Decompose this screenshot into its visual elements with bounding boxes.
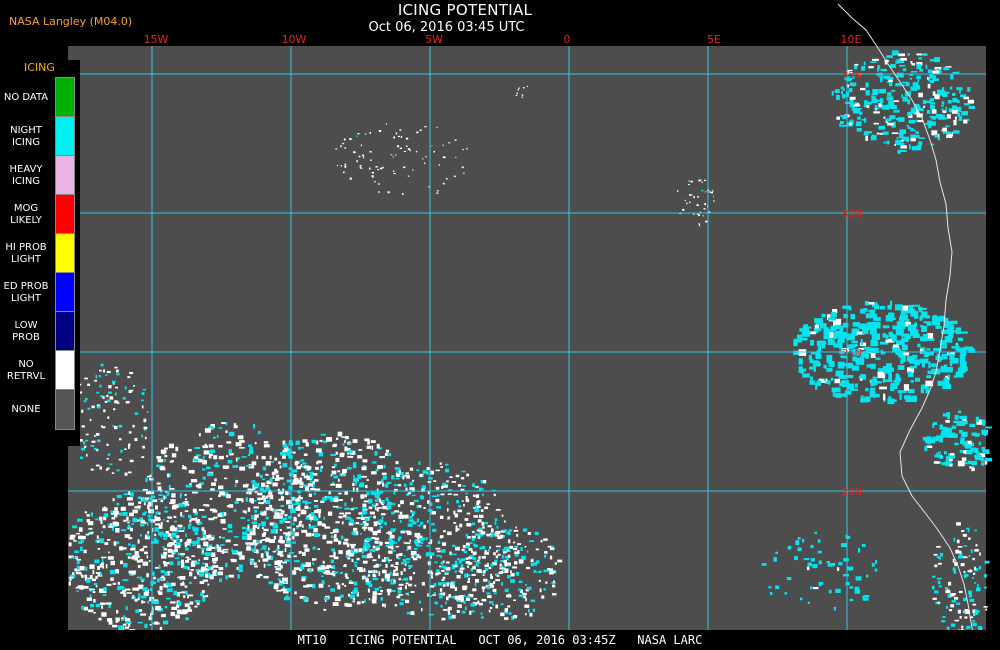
legend-item: ED PROB LIGHT [0, 272, 80, 313]
legend-swatch [55, 350, 75, 391]
footer-agency: NASA LARC [637, 633, 703, 647]
legend-label: LOW PROB [12, 319, 40, 343]
legend-item: NONE [0, 389, 80, 430]
legend-swatch [55, 272, 75, 313]
legend-swatch [55, 233, 75, 274]
legend-label: NO RETRVL [6, 358, 46, 382]
legend-item: LOW PROB [0, 311, 80, 352]
legend-swatch [55, 155, 75, 196]
footer-name: ICING POTENTIAL [348, 633, 457, 647]
lat-label: 25N [842, 348, 862, 359]
lon-label: 5W [425, 33, 443, 46]
lon-label: 15W [143, 33, 169, 46]
legend-item: MOG LIKELY [0, 194, 80, 235]
map-title: ICING POTENTIAL [397, 1, 533, 19]
footer-datetime: OCT 06, 2016 03:45Z [478, 633, 616, 647]
legend-label: NONE [11, 403, 41, 415]
legend-item: NO RETRVL [0, 350, 80, 391]
legend-item: HEAVY ICING [0, 155, 80, 196]
footer-bar: MT10 ICING POTENTIAL OCT 06, 2016 03:45Z… [0, 630, 1000, 650]
icing-map: 35N 30N 25N 20N [0, 0, 1000, 650]
legend-swatch [55, 194, 75, 235]
lon-label: 0 [563, 33, 571, 46]
lon-label: 10E [840, 33, 862, 46]
legend-swatch [55, 116, 75, 157]
legend-item: NIGHT ICING [0, 116, 80, 157]
legend-label: HI PROB LIGHT [5, 241, 47, 265]
legend-label: HEAVY ICING [9, 163, 43, 187]
legend-item: NO DATA [0, 77, 80, 118]
lat-label: 35N [842, 70, 862, 81]
legend-item: HI PROB LIGHT [0, 233, 80, 274]
legend-swatch [55, 389, 75, 430]
lat-label: 20N [842, 487, 862, 498]
legend-swatch [55, 77, 75, 118]
map-timestamp: Oct 06, 2016 03:45 UTC [368, 20, 525, 35]
legend-label: NO DATA [3, 91, 49, 103]
footer-product: MT10 [297, 633, 327, 647]
legend-label: NIGHT ICING [10, 124, 42, 148]
legend-label: MOG LIKELY [10, 202, 42, 226]
lat-label: 30N [842, 209, 862, 220]
icing-legend: ICING NO DATA NIGHT ICING HEAVY ICING MOG L… [0, 60, 80, 446]
legend-header: ICING [24, 61, 55, 74]
legend-swatch [55, 311, 75, 352]
lon-label: 5E [707, 33, 721, 46]
lon-label: 10W [281, 33, 307, 46]
legend-label: ED PROB LIGHT [3, 280, 49, 304]
